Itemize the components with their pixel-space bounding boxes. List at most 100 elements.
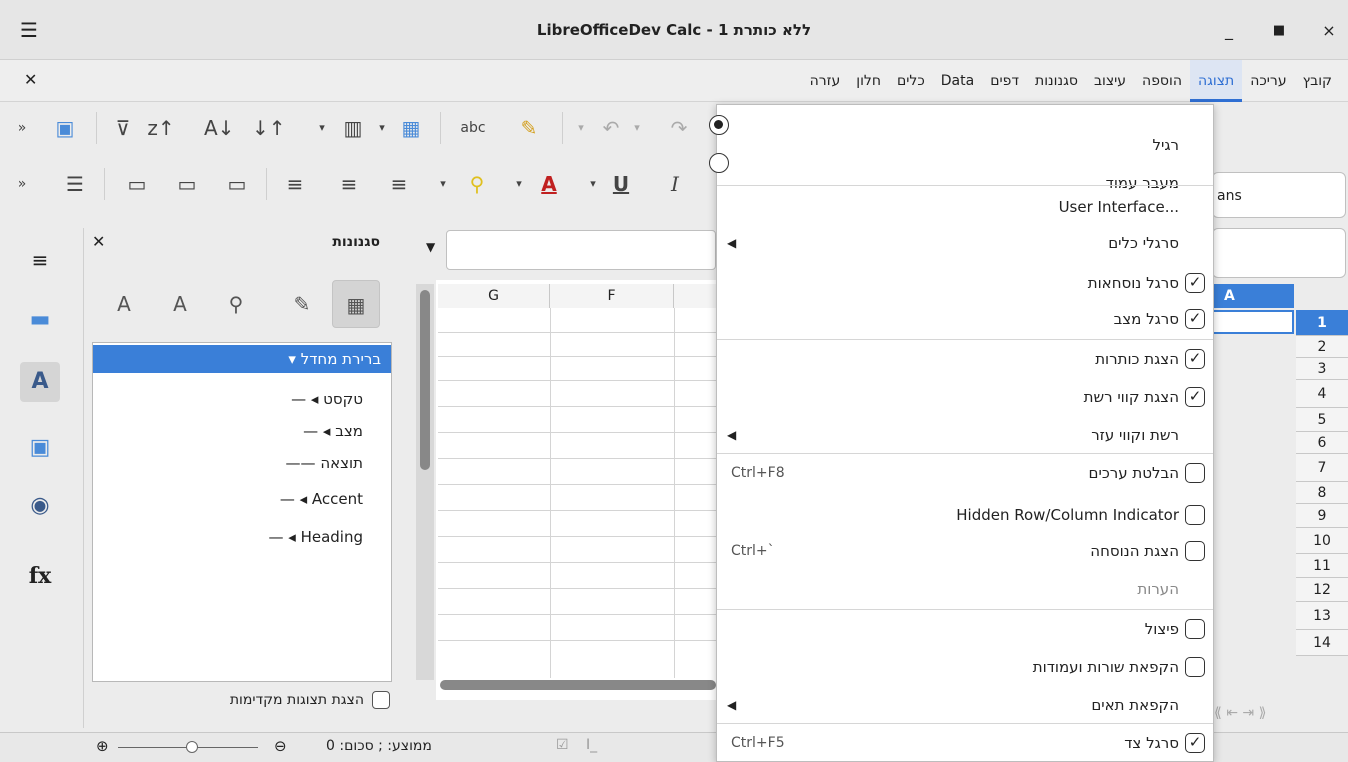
name-box-dropdown-icon[interactable]: ▼ <box>426 240 435 254</box>
sort-ascending-icon[interactable]: A↓ <box>204 114 234 142</box>
fill-format-icon[interactable]: ⚲ <box>212 280 260 328</box>
align-right-icon[interactable]: ≡ <box>384 170 414 198</box>
menu-help[interactable]: עזרה <box>802 60 849 102</box>
row-header-5[interactable]: 5 <box>1296 408 1348 432</box>
italic-icon[interactable]: I <box>660 170 690 198</box>
zoom-in-icon[interactable]: ⊖ <box>274 737 287 755</box>
toolbar2-overflow-icon[interactable]: » <box>12 170 32 198</box>
page-styles-icon[interactable]: ✎ <box>278 280 326 328</box>
row-header-8[interactable]: 8 <box>1296 482 1348 504</box>
align-left-icon[interactable]: ≡ <box>280 170 310 198</box>
menu-item-grid-and-helplines[interactable]: ◀ רשת וקווי עזר <box>717 417 1213 453</box>
menu-item-page-break[interactable]: מעבר עמוד <box>709 145 1213 192</box>
menu-data[interactable]: Data <box>933 60 982 102</box>
insert-rows-icon[interactable]: ▥ <box>338 114 368 142</box>
redo-icon[interactable]: ↷ <box>664 114 694 142</box>
sidebar-menu-icon[interactable]: ≡ <box>20 240 60 280</box>
align-center-vertical-icon[interactable]: ▭ <box>172 170 202 198</box>
panel-close-icon[interactable]: ✕ <box>92 232 105 251</box>
menu-item-status-bar[interactable]: ✓ סרגל מצב <box>717 301 1213 337</box>
menu-file[interactable]: קובץ <box>1295 60 1340 102</box>
name-box[interactable] <box>446 230 716 270</box>
row-header-7[interactable]: 7 <box>1296 454 1348 482</box>
vertical-scrollbar-thumb[interactable] <box>420 290 430 470</box>
align-bottom-icon[interactable]: ▭ <box>122 170 152 198</box>
menu-styles[interactable]: סגנונות <box>1027 60 1086 102</box>
sort-icon[interactable]: ↓↑ <box>252 114 286 142</box>
column-header-a[interactable]: A <box>1210 284 1294 308</box>
row-dropdown-icon[interactable]: ▾ <box>314 114 330 142</box>
row-header-11[interactable]: 11 <box>1296 554 1348 578</box>
insert-columns-icon[interactable]: ▦ <box>396 114 426 142</box>
background-color-icon[interactable]: ⚲ <box>462 170 492 198</box>
menu-item-grid-lines[interactable]: ✓ הצגת קווי רשת <box>717 379 1213 415</box>
functions-deck-icon[interactable]: fx <box>20 556 60 596</box>
spreadsheet-grid[interactable] <box>436 280 718 700</box>
row-header-4[interactable]: 4 <box>1296 380 1348 408</box>
column-dropdown-icon[interactable]: ▾ <box>374 114 390 142</box>
minimize-button[interactable]: _ <box>1218 20 1240 42</box>
undo-dropdown-icon[interactable]: ▾ <box>574 114 588 142</box>
navigator-deck-icon[interactable]: ◉ <box>20 486 60 526</box>
menu-item-freeze-cells[interactable]: ◀ הקפאת תאים <box>717 687 1213 723</box>
maximize-button[interactable]: ■ <box>1268 20 1290 42</box>
close-window-button[interactable]: × <box>1318 20 1340 42</box>
tree-item-text[interactable]: טקסט ◂ — <box>291 385 363 413</box>
row-header-12[interactable]: 12 <box>1296 578 1348 602</box>
menu-tools[interactable]: כלים <box>889 60 933 102</box>
menu-sheets[interactable]: דפים <box>982 60 1027 102</box>
undo-icon[interactable]: ↶ <box>596 114 626 142</box>
menu-format[interactable]: עיצוב <box>1086 60 1134 102</box>
tree-item-heading[interactable]: Heading ◂ — <box>269 523 364 551</box>
menu-item-freeze-rows-columns[interactable]: הקפאת שורות ועמודות <box>717 649 1213 685</box>
menu-item-user-interface[interactable]: User Interface... <box>717 189 1213 225</box>
sheet-nav-icons[interactable]: ⟪ ⇤ ⇥ ⟫ <box>1214 700 1344 726</box>
row-header-10[interactable]: 10 <box>1296 528 1348 554</box>
menu-item-formula-bar[interactable]: ✓ סרגל נוסחאות <box>717 265 1213 301</box>
row-header-6[interactable]: 6 <box>1296 432 1348 454</box>
properties-deck-icon[interactable]: ▬ <box>20 300 60 340</box>
menu-item-value-highlighting[interactable]: Ctrl+F8 הבלטת ערכים <box>717 455 1213 491</box>
align-center-icon[interactable]: ≡ <box>334 170 364 198</box>
menu-item-sidebar[interactable]: Ctrl+F5 ✓ סרגל צד <box>717 725 1213 761</box>
menu-item-view-headers[interactable]: ✓ הצגת כותרות <box>717 341 1213 377</box>
zoom-out-icon[interactable]: ⊕ <box>96 737 109 755</box>
selection-mode-icon[interactable]: I_ <box>586 737 597 753</box>
column-header-g[interactable]: G <box>438 284 550 308</box>
font-color-icon[interactable]: A <box>534 170 564 198</box>
insert-image-icon[interactable]: ▣ <box>50 114 80 142</box>
column-header-e[interactable] <box>674 284 718 308</box>
menu-view[interactable]: תצוגה <box>1189 60 1243 102</box>
show-previews-row[interactable]: הצגת תצוגות מקדימות <box>230 686 390 714</box>
menu-item-hidden-row-column-indicator[interactable]: Hidden Row/Column Indicator <box>717 497 1213 533</box>
font-color-dropdown-icon[interactable]: ▾ <box>512 170 526 198</box>
row-header-14[interactable]: 14 <box>1296 630 1348 656</box>
gallery-deck-icon[interactable]: ▣ <box>20 428 60 468</box>
row-header-9[interactable]: 9 <box>1296 504 1348 528</box>
selected-cell-a1[interactable] <box>1210 310 1294 334</box>
redo-dropdown-icon[interactable]: ▾ <box>630 114 644 142</box>
show-previews-checkbox[interactable] <box>372 691 390 709</box>
row-header-2[interactable]: 2 <box>1296 336 1348 358</box>
highlight-dropdown-icon[interactable]: ▾ <box>436 170 450 198</box>
close-document-icon[interactable]: ✕ <box>24 70 37 89</box>
menu-item-split[interactable]: פיצול <box>717 611 1213 647</box>
wrap-text-icon[interactable]: ☰ <box>60 170 90 198</box>
tree-item-result[interactable]: תוצאה —— <box>286 449 363 477</box>
menu-edit[interactable]: עריכה <box>1242 60 1294 102</box>
tree-item-default[interactable]: ברירת מחדל ▾ <box>93 345 391 373</box>
column-header-f[interactable]: F <box>550 284 674 308</box>
underline-icon[interactable]: U <box>606 170 636 198</box>
toolbar-overflow-icon[interactable]: » <box>12 114 32 142</box>
font-name-field[interactable]: ans <box>1212 172 1346 218</box>
spelling-icon[interactable]: abc <box>456 114 490 142</box>
menu-window[interactable]: חלון <box>848 60 889 102</box>
row-header-1[interactable]: 1 <box>1296 310 1348 336</box>
tree-item-status[interactable]: מצב ◂ — <box>303 417 363 445</box>
new-style-icon[interactable]: A <box>156 280 204 328</box>
sort-descending-icon[interactable]: z↑ <box>146 114 176 142</box>
styles-deck-icon[interactable]: A <box>20 362 60 402</box>
cell-styles-icon[interactable]: ▦ <box>332 280 380 328</box>
menu-insert[interactable]: הוספה <box>1134 60 1190 102</box>
formula-input-field[interactable] <box>1212 228 1346 278</box>
